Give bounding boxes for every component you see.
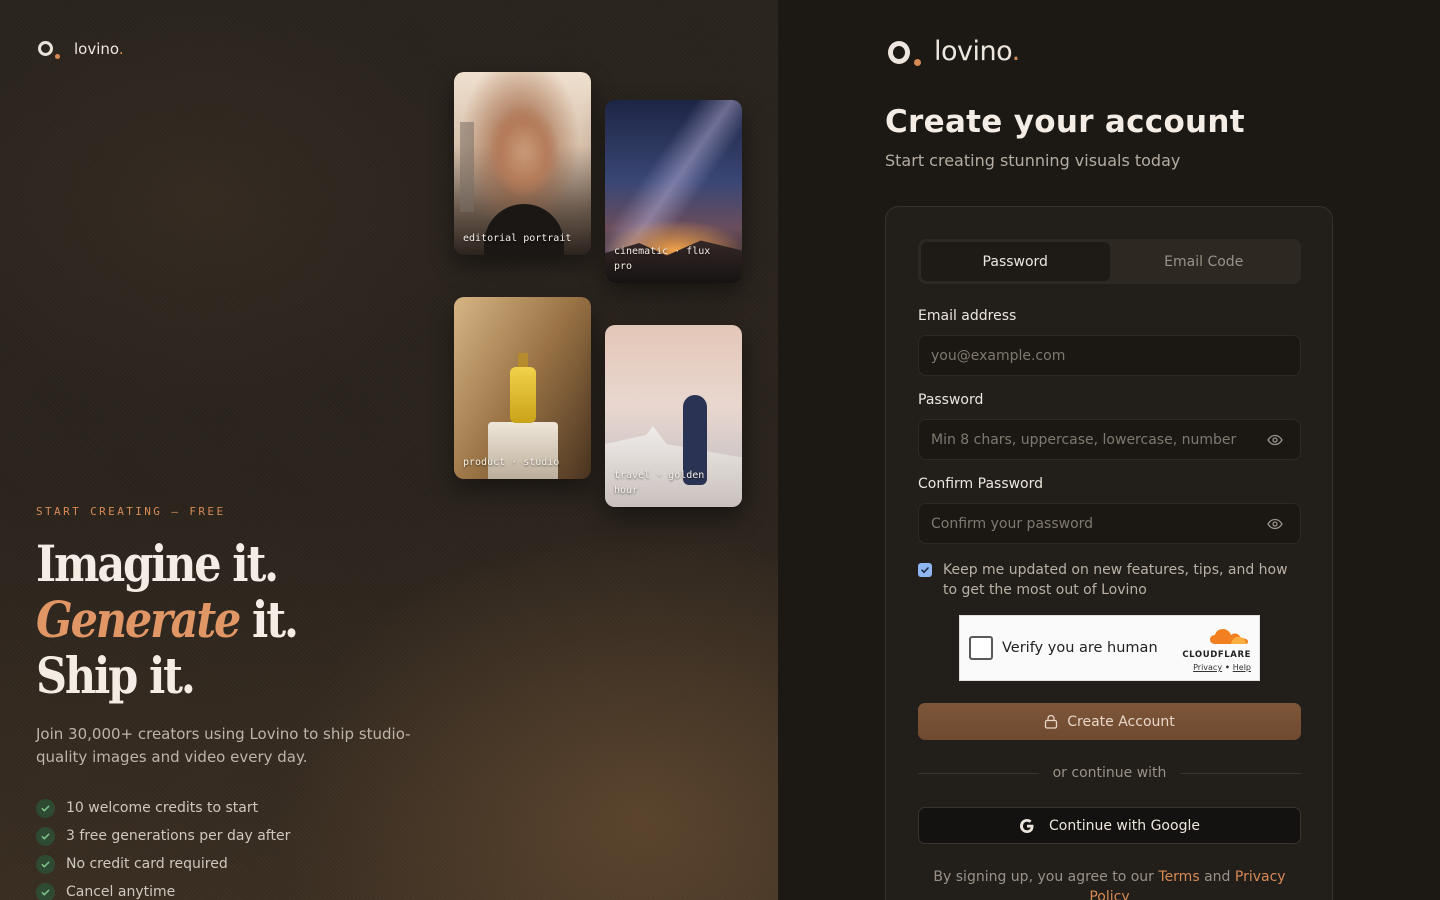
brand-name: lovino	[934, 36, 1012, 67]
brand-logo[interactable]: lovino.	[886, 36, 1020, 67]
terms-link[interactable]: Terms	[1158, 869, 1199, 885]
create-account-label: Create Account	[1067, 713, 1175, 730]
signup-form: Password Email Code Email address Passwo…	[885, 206, 1333, 900]
hero-headline: Imagine it. Generate it. Ship it.	[36, 534, 299, 705]
gallery-card-portrait: editorial portrait	[454, 72, 591, 255]
email-label: Email address	[918, 308, 1017, 324]
benefit-item: No credit card required	[36, 850, 290, 878]
hero-panel: lovino. editorial portrait cinematic · f…	[0, 0, 778, 900]
divider-label: or continue with	[1052, 765, 1167, 781]
newsletter-optin-label: Keep me updated on new features, tips, a…	[943, 562, 1288, 598]
email-field-wrapper	[918, 335, 1301, 376]
newsletter-optin: Keep me updated on new features, tips, a…	[918, 560, 1301, 600]
captcha-label: Verify you are human	[1002, 640, 1158, 656]
or-divider: or continue with	[918, 765, 1301, 781]
benefit-item: 3 free generations per day after	[36, 822, 290, 850]
lock-icon	[1045, 714, 1058, 729]
gallery-card-travel: travel · golden hour	[605, 325, 742, 507]
gallery-caption: travel · golden hour	[614, 470, 705, 496]
confirm-password-field[interactable]	[919, 504, 1300, 543]
confirm-password-label: Confirm Password	[918, 476, 1044, 492]
cloudflare-brand: CLOUDFLARE	[1182, 650, 1251, 660]
auth-method-tabs: Password Email Code	[918, 239, 1301, 284]
hero-lead: Join 30,000+ creators using Lovino to sh…	[36, 725, 411, 766]
check-icon	[36, 854, 55, 874]
captcha-widget: Verify you are human CLOUDFLARE Privacy …	[959, 615, 1260, 681]
benefit-item: 10 welcome credits to start	[36, 794, 290, 822]
confirm-password-field-wrapper	[918, 503, 1301, 544]
gallery-caption: cinematic · flux pro	[614, 246, 711, 272]
brand-name: lovino	[74, 40, 119, 58]
benefit-item: Cancel anytime	[36, 878, 290, 900]
gallery-card-product: product · studio	[454, 297, 591, 479]
newsletter-checkbox[interactable]	[918, 563, 932, 577]
google-signin-label: Continue with Google	[1049, 817, 1200, 834]
password-field-wrapper	[918, 419, 1301, 460]
legal-notice: By signing up, you agree to our Terms an…	[918, 867, 1301, 900]
gallery-card-cinematic: cinematic · flux pro	[605, 100, 742, 283]
captcha-help-link[interactable]: Help	[1233, 663, 1251, 672]
gallery-caption: editorial portrait	[463, 233, 572, 244]
email-field[interactable]	[919, 336, 1300, 375]
page-subtitle: Start creating stunning visuals today	[885, 151, 1181, 170]
captcha-checkbox[interactable]	[969, 636, 993, 660]
google-icon	[1020, 818, 1034, 833]
tab-email-code[interactable]: Email Code	[1110, 242, 1299, 281]
signup-panel: lovino. Create your account Start creati…	[778, 0, 1440, 900]
password-label: Password	[918, 392, 984, 408]
logo-mark-icon	[36, 38, 62, 60]
create-account-button[interactable]: Create Account	[918, 703, 1301, 740]
tab-password[interactable]: Password	[921, 242, 1110, 281]
captcha-privacy-link[interactable]: Privacy	[1193, 663, 1222, 672]
hero-eyebrow: START CREATING — FREE	[36, 505, 226, 518]
page-title: Create your account	[885, 104, 1245, 140]
gallery-caption: product · studio	[463, 457, 560, 468]
check-icon	[36, 798, 55, 818]
eye-icon[interactable]	[1267, 517, 1283, 531]
benefit-list: 10 welcome credits to start 3 free gener…	[36, 794, 290, 900]
google-signin-button[interactable]: Continue with Google	[918, 807, 1301, 844]
cloudflare-cloud-icon	[1210, 629, 1248, 644]
eye-icon[interactable]	[1267, 433, 1283, 447]
check-icon	[36, 826, 55, 846]
password-field[interactable]	[919, 420, 1300, 459]
check-icon	[36, 882, 55, 900]
logo-mark-icon	[886, 37, 922, 67]
brand-logo-small[interactable]: lovino.	[36, 38, 124, 60]
